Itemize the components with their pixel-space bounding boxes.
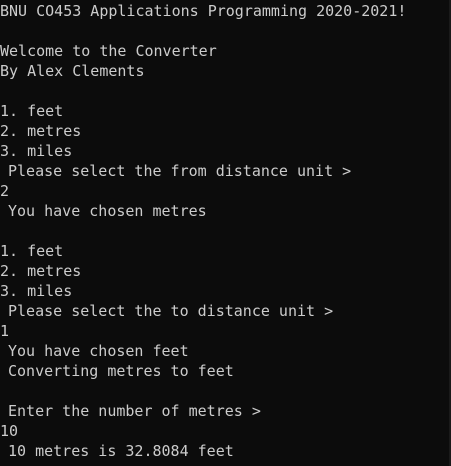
from-unit-confirmation: You have chosen metres — [8, 202, 207, 220]
to-unit-input: 1 — [0, 322, 10, 340]
amount-prompt: Enter the number of metres > — [8, 402, 261, 420]
console-line-author: By Alex Clements — [0, 62, 145, 80]
console-line-header: BNU CO453 Applications Programming 2020-… — [0, 2, 407, 20]
console-line-welcome: Welcome to the Converter — [0, 42, 217, 60]
menu-option-metres: 2. metres — [0, 262, 82, 280]
from-unit-input: 2 — [0, 182, 10, 200]
menu-option-miles: 3. miles — [0, 142, 73, 160]
menu-option-feet: 1. feet — [0, 242, 64, 260]
to-unit-prompt: Please select the to distance unit > — [8, 302, 334, 320]
console-output[interactable]: BNU CO453 Applications Programming 2020-… — [0, 0, 451, 466]
menu-option-miles: 3. miles — [0, 282, 73, 300]
from-unit-prompt: Please select the from distance unit > — [8, 162, 352, 180]
amount-input: 10 — [0, 422, 19, 440]
menu-option-metres: 2. metres — [0, 122, 82, 140]
conversion-result: 10 metres is 32.8084 feet — [8, 442, 234, 460]
menu-option-feet: 1. feet — [0, 102, 64, 120]
to-unit-confirmation: You have chosen feet — [8, 342, 189, 360]
conversion-description: Converting metres to feet — [8, 362, 234, 380]
